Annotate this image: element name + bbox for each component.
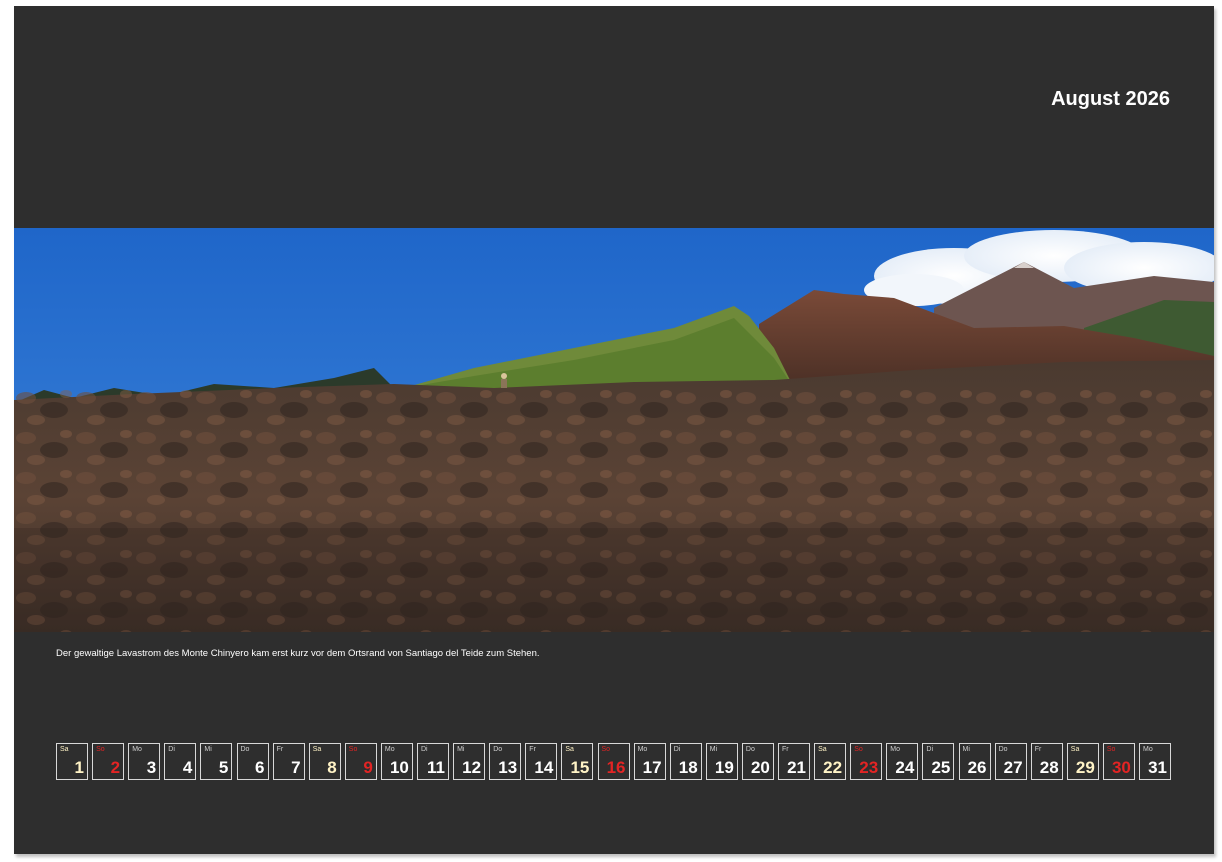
day-cell: Sa 8 <box>308 743 341 780</box>
day-cell: Mi 26 <box>958 743 991 780</box>
weekday-label: Fr <box>1034 746 1042 753</box>
day-number: 16 <box>606 758 626 777</box>
day-strip: Sa 1 So 2 Mo 3 Di 4 Mi 5 Do 6 Fr 7 Sa 8 So 9 Mo 10 Di 11 Mi 12 D… <box>56 743 1175 781</box>
day-number: 24 <box>895 758 915 777</box>
day-cell: Di 25 <box>922 743 955 780</box>
day-number: 11 <box>427 758 445 777</box>
day-number: 27 <box>1003 758 1023 777</box>
weekday-label: Fr <box>529 746 536 753</box>
day-cell: So 23 <box>850 743 883 780</box>
calendar-page: August 2026 Der gewaltige Lavastrom des … <box>14 6 1214 854</box>
day-cell: Di 4 <box>164 743 197 780</box>
day-number: 17 <box>642 758 662 777</box>
day-cell: So 9 <box>344 743 377 780</box>
weekday-label: Sa <box>312 746 322 753</box>
day-cell: Mi 12 <box>453 743 486 780</box>
day-number: 9 <box>363 758 373 777</box>
day-number: 29 <box>1075 758 1095 777</box>
weekday-label: Sa <box>1070 746 1080 753</box>
weekday-label: So <box>854 746 863 753</box>
day-cell: Di 18 <box>669 743 702 780</box>
day-number: 18 <box>678 758 698 777</box>
day-cell: Sa 29 <box>1066 743 1099 780</box>
day-cell: Do 6 <box>236 743 269 780</box>
weekday-label: Mi <box>457 746 465 753</box>
day-cell: So 16 <box>597 743 630 780</box>
month-title: August 2026 <box>1051 88 1170 110</box>
weekday-label: Di <box>168 746 175 753</box>
day-number: 19 <box>714 758 734 777</box>
weekday-label: Mo <box>1143 746 1153 753</box>
day-number: 15 <box>570 758 590 777</box>
weekday-label: So <box>96 746 105 753</box>
weekday-label: So <box>1106 746 1116 753</box>
day-cell: Sa 1 <box>56 743 88 780</box>
day-number: 13 <box>498 758 518 777</box>
day-number: 20 <box>750 758 770 777</box>
weekday-label: Do <box>240 746 250 753</box>
day-cell: Do 20 <box>741 743 774 780</box>
weekday-label: Fr <box>782 746 789 753</box>
weekday-label: Sa <box>565 746 574 753</box>
day-cell: Mo 31 <box>1139 743 1171 780</box>
weekday-label: Sa <box>818 746 827 753</box>
day-cell: Mo 10 <box>380 743 413 780</box>
day-cell: Mo 3 <box>128 743 161 780</box>
day-number: 6 <box>255 758 265 777</box>
day-number: 1 <box>74 758 84 777</box>
weekday-label: Mi <box>962 746 970 753</box>
day-cell: Mi 5 <box>200 743 233 780</box>
day-cell: Fr 28 <box>1030 743 1063 780</box>
day-number: 28 <box>1039 758 1059 777</box>
day-number: 3 <box>146 758 157 777</box>
day-cell: Mi 19 <box>705 743 738 780</box>
weekday-label: Di <box>673 746 681 753</box>
day-number: 7 <box>291 758 301 777</box>
day-number: 14 <box>534 758 554 777</box>
weekday-label: Sa <box>60 746 69 753</box>
day-number: 31 <box>1148 758 1167 777</box>
weekday-label: So <box>348 746 358 753</box>
weekday-label: Mo <box>637 746 648 753</box>
weekday-label: Do <box>998 746 1008 753</box>
day-number: 2 <box>110 758 121 777</box>
day-cell: Di 11 <box>417 743 449 780</box>
day-cell: Fr 14 <box>525 743 558 780</box>
day-number: 26 <box>967 758 987 777</box>
day-number: 4 <box>182 758 193 777</box>
day-number: 25 <box>931 758 951 777</box>
weekday-label: Mi <box>709 746 718 753</box>
day-number: 8 <box>327 758 337 777</box>
weekday-label: Do <box>493 746 503 753</box>
day-cell: Do 27 <box>994 743 1027 780</box>
photo-caption: Der gewaltige Lavastrom des Monte Chinye… <box>56 648 540 659</box>
weekday-label: Di <box>421 746 428 753</box>
weekday-label: Mo <box>384 746 395 753</box>
day-cell: Do 13 <box>489 743 522 780</box>
day-cell: So 2 <box>92 743 125 780</box>
day-number: 12 <box>462 758 482 777</box>
day-cell: Fr 7 <box>272 743 305 780</box>
weekday-label: Fr <box>276 746 284 753</box>
day-number: 30 <box>1111 758 1131 777</box>
weekday-label: Di <box>926 746 934 753</box>
landscape-photo <box>14 228 1214 632</box>
day-cell: Mo 17 <box>633 743 666 780</box>
day-number: 22 <box>823 758 843 777</box>
day-cell: Sa 15 <box>561 743 594 780</box>
day-number: 21 <box>787 758 806 777</box>
day-cell: Fr 21 <box>778 743 810 780</box>
weekday-label: Mi <box>204 746 212 753</box>
day-number: 10 <box>389 758 409 777</box>
day-cell: So 30 <box>1102 743 1135 780</box>
weekday-label: So <box>601 746 611 753</box>
weekday-label: Mo <box>132 746 142 753</box>
weekday-label: Mo <box>890 746 901 753</box>
day-cell: Mo 24 <box>886 743 919 780</box>
day-number: 23 <box>859 758 879 777</box>
weekday-label: Do <box>745 746 755 753</box>
day-number: 5 <box>218 758 229 777</box>
day-cell: Sa 22 <box>814 743 847 780</box>
